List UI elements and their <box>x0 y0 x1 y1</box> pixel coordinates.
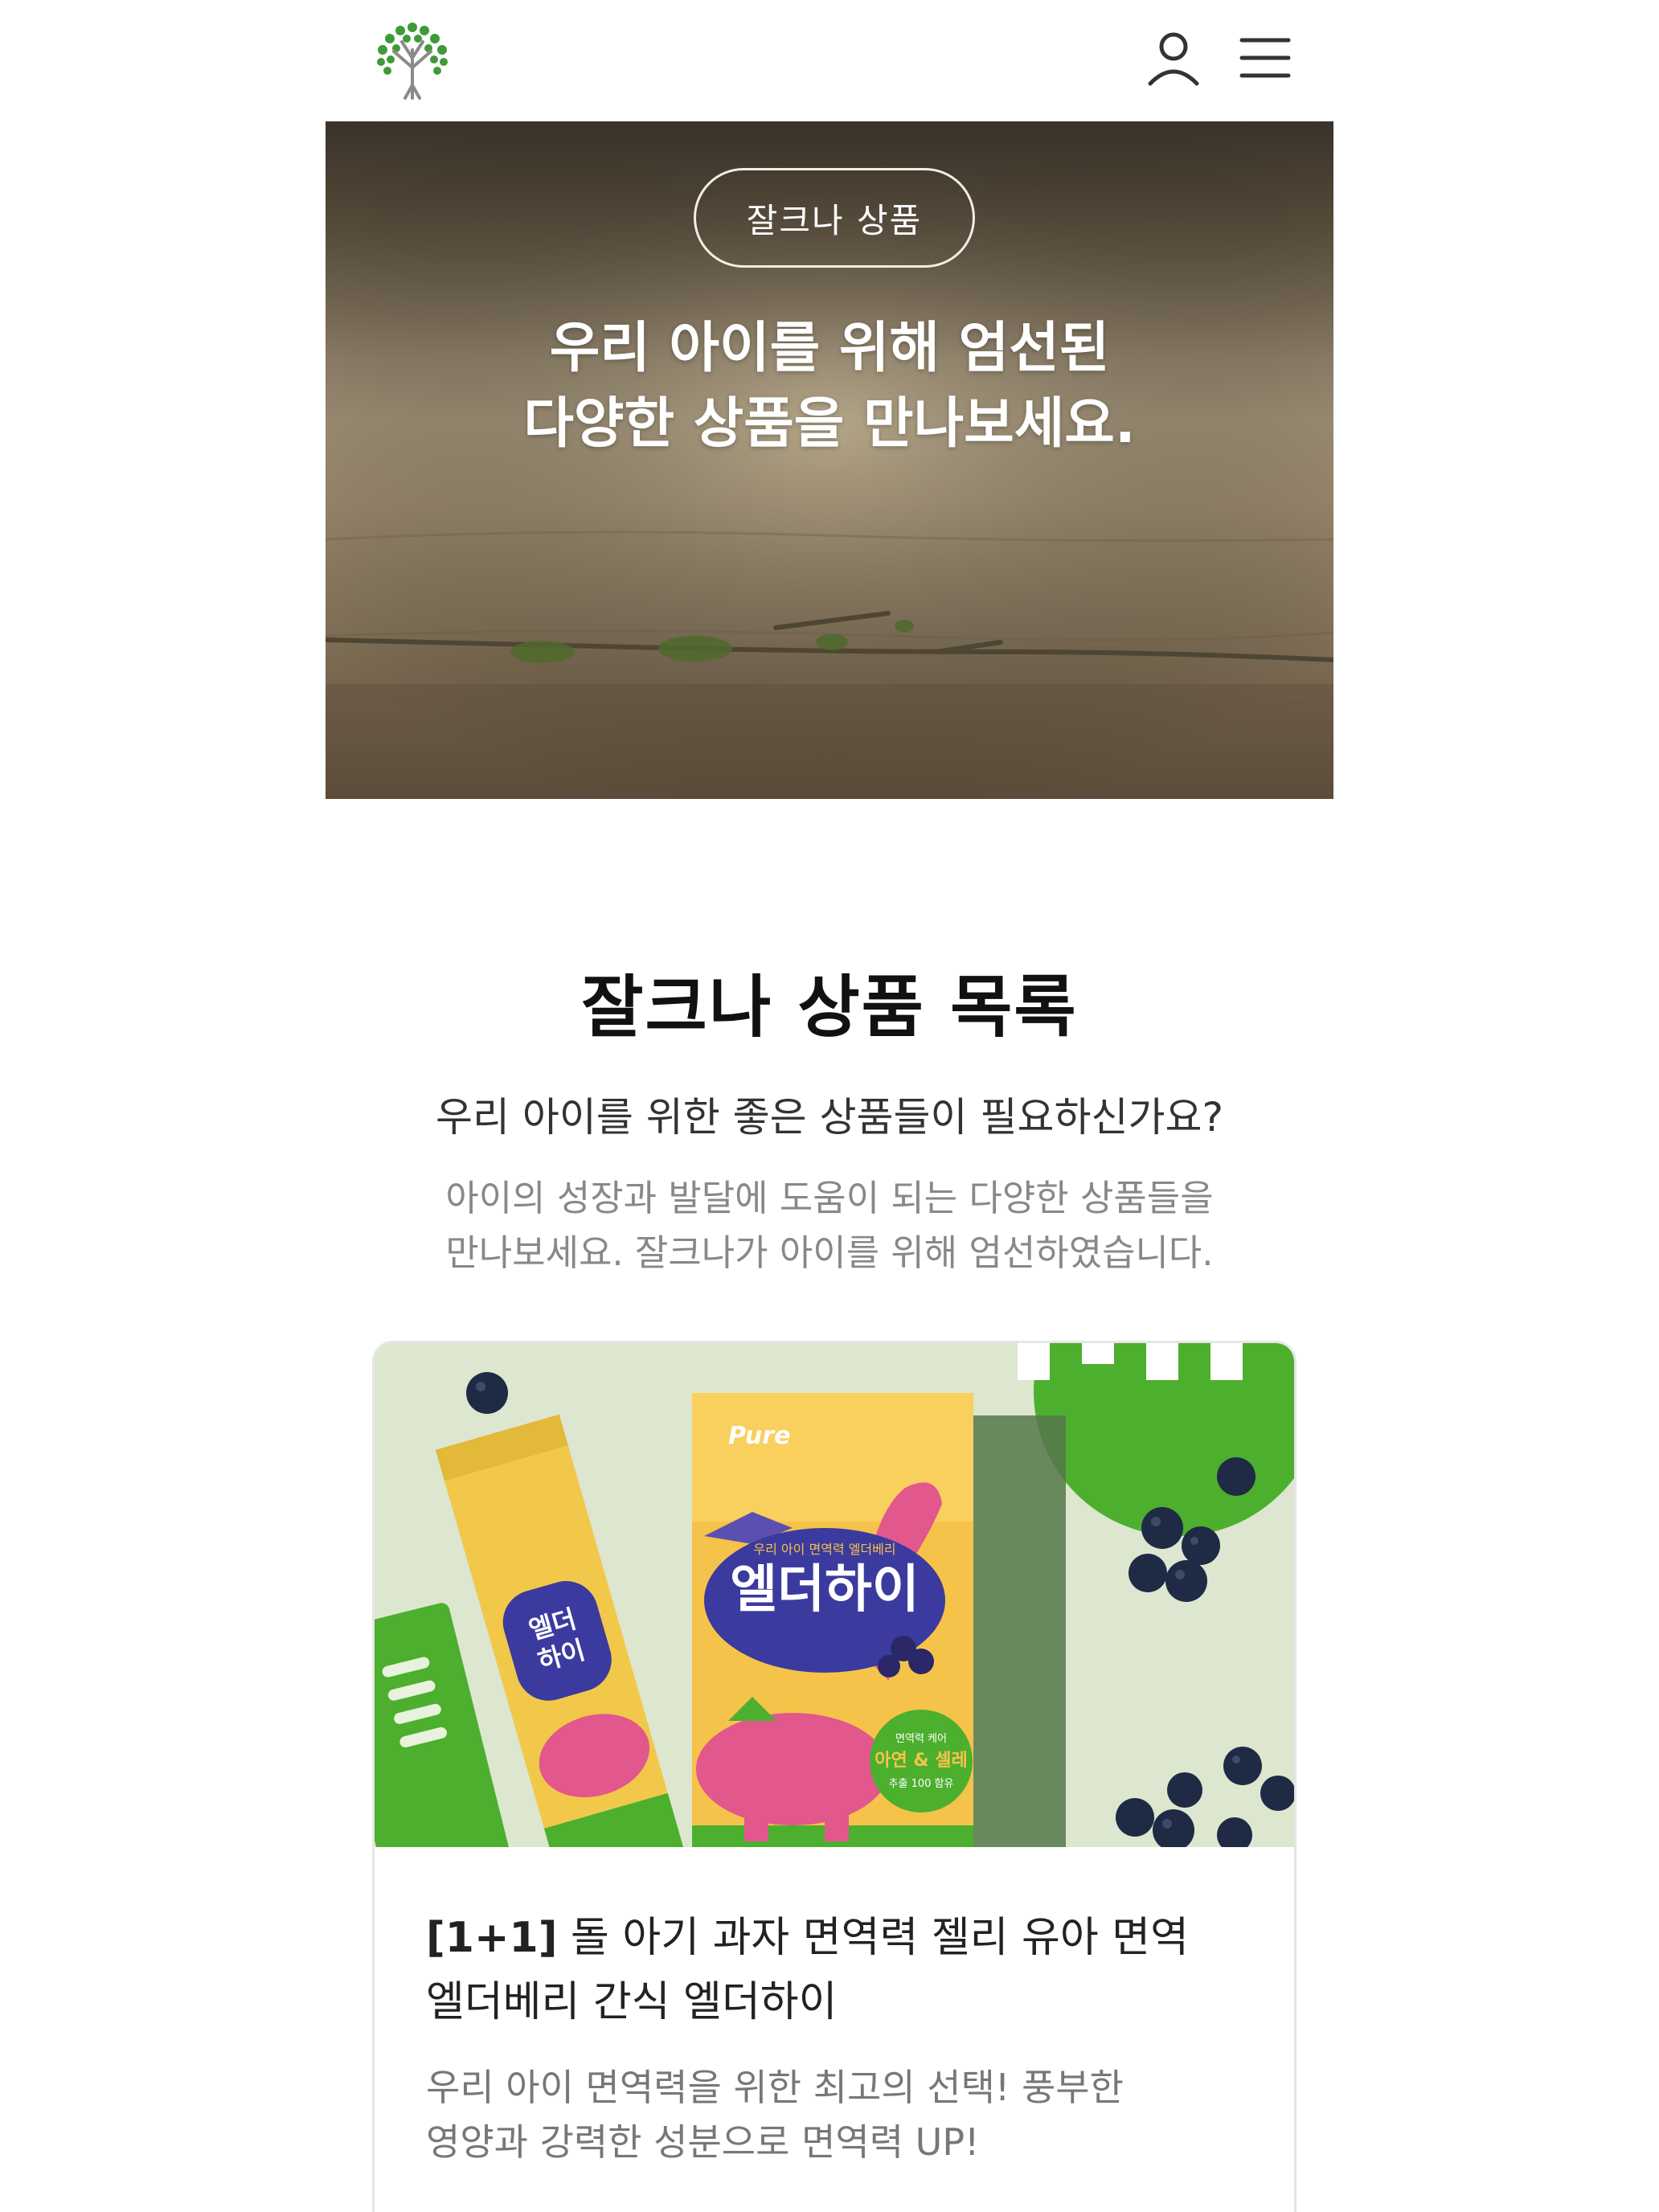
box-badge-bottom: 추출 100 함유 <box>889 1778 954 1790</box>
box-badge-top: 면역력 케어 <box>895 1733 947 1745</box>
section-description: 아이의 성장과 발달에 도움이 되는 다양한 상품들을 만나보세요. 잘크나가 … <box>326 1171 1333 1280</box>
user-icon[interactable] <box>1145 29 1202 87</box>
product-title-line2: 엘더베리 간식 엘더하이 <box>426 1978 838 2026</box>
product-card[interactable]: 엘더 하이 Pure 우리 아이 면역력 엘더베리 엘더하이 면역력 케어 아연… <box>372 1341 1296 2212</box>
product-description-line2: 영양과 강력한 성분으로 면역력 UP! <box>426 2120 980 2164</box>
brand-logo: Pure <box>728 1422 790 1450</box>
tree-logo[interactable] <box>370 18 455 101</box>
product-illustration: 엘더 하이 Pure 우리 아이 면역력 엘더베리 엘더하이 면역력 케어 아연… <box>375 1343 1294 1847</box>
hero-title-line2: 다양한 상품을 만나보세요. <box>523 392 1136 456</box>
hero-title-line1: 우리 아이를 위해 엄선된 <box>549 317 1110 380</box>
hero-banner: 잘크나 상품 우리 아이를 위해 엄선된 다양한 상품을 만나보세요. <box>326 121 1333 799</box>
page: 잘크나 상품 우리 아이를 위해 엄선된 다양한 상품을 만나보세요. 잘크나 … <box>326 0 1333 2212</box>
section-title: 잘크나 상품 목록 <box>581 968 1078 1047</box>
box-badge-main: 아연 & 셀레 <box>875 1751 967 1771</box>
section-description-line2: 만나보세요. 잘크나가 아이를 위해 엄선하였습니다. <box>445 1231 1214 1274</box>
section-description-line1: 아이의 성장과 발달에 도움이 되는 다양한 상품들을 <box>445 1177 1214 1219</box>
site-header <box>326 0 1333 121</box>
section-subtitle: 우리 아이를 위한 좋은 상품들이 필요하신가요? <box>435 1094 1223 1141</box>
box-product-name: 엘더하이 <box>730 1560 920 1620</box>
hero-badge-button[interactable]: 잘크나 상품 <box>694 168 975 268</box>
product-title-line1: 돌 아기 과자 면역력 젤리 유아 면역 <box>557 1914 1189 1962</box>
product-image: 엘더 하이 Pure 우리 아이 면역력 엘더베리 엘더하이 면역력 케어 아연… <box>375 1343 1294 1847</box>
product-description: 우리 아이 면역력을 위한 최고의 선택! 풍부한 영양과 강력한 성분으로 면… <box>426 2060 1262 2169</box>
box-tagline: 우리 아이 면역력 엘더베리 <box>753 1542 895 1557</box>
hamburger-menu-icon[interactable] <box>1239 32 1292 84</box>
hero-title: 우리 아이를 위해 엄선된 다양한 상품을 만나보세요. <box>326 311 1333 462</box>
product-description-line1: 우리 아이 면역력을 위한 최고의 선택! 풍부한 <box>426 2066 1124 2109</box>
product-title: [1+1] 돌 아기 과자 면역력 젤리 유아 면역 엘더베리 간식 엘더하이 <box>426 1906 1262 2034</box>
product-badge: [1+1] <box>426 1914 558 1962</box>
